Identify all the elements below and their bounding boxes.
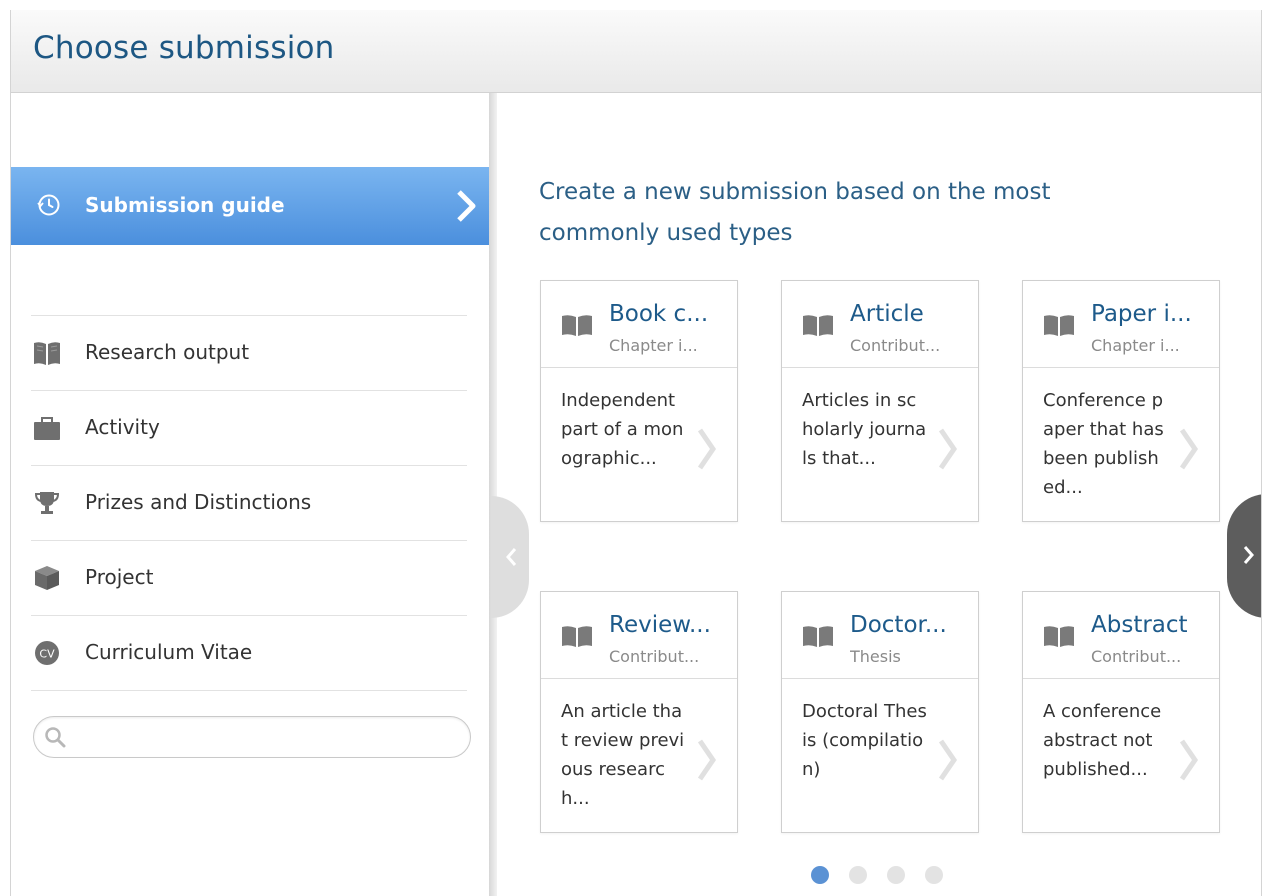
search-input[interactable] bbox=[74, 721, 458, 753]
book-icon bbox=[562, 315, 592, 336]
card-title: Article bbox=[850, 301, 924, 327]
book-icon bbox=[34, 342, 60, 365]
card-subtitle: Contribut... bbox=[609, 647, 700, 666]
sidebar-item-label: Prizes and Distinctions bbox=[85, 490, 312, 514]
sidebar-item-activity[interactable]: Activity bbox=[31, 390, 467, 465]
card-header: Article Contribut... bbox=[782, 281, 978, 368]
submission-type-card-paper[interactable]: Paper i... Chapter i... Conference paper… bbox=[1022, 280, 1220, 522]
card-title: Review... bbox=[609, 612, 711, 638]
search-icon bbox=[45, 727, 66, 748]
card-header: Paper i... Chapter i... bbox=[1023, 281, 1219, 368]
submission-type-card-review[interactable]: Review... Contribut... An article that r… bbox=[540, 591, 738, 833]
sidebar-item-label: Project bbox=[85, 565, 154, 589]
sidebar-item-project[interactable]: Project bbox=[31, 540, 467, 615]
card-description: Conference paper that has been published… bbox=[1043, 390, 1164, 498]
card-header: Abstract Contribut... bbox=[1023, 592, 1219, 679]
page-dot-3[interactable] bbox=[887, 866, 905, 884]
sidebar-item-curriculum-vitae[interactable]: CV Curriculum Vitae bbox=[31, 615, 467, 691]
card-header: Doctor... Thesis bbox=[782, 592, 978, 679]
card-subtitle: Chapter i... bbox=[609, 336, 698, 355]
submission-type-card-abstract[interactable]: Abstract Contribut... A conference abstr… bbox=[1022, 591, 1220, 833]
page-dot-1[interactable] bbox=[811, 866, 829, 884]
sidebar-item-label: Curriculum Vitae bbox=[85, 640, 253, 664]
chevron-right-icon bbox=[1179, 428, 1199, 470]
chevron-right-icon bbox=[938, 739, 958, 781]
book-icon bbox=[1044, 626, 1074, 647]
dialog-header: Choose submission bbox=[11, 10, 1261, 93]
chevron-left-icon bbox=[506, 548, 517, 566]
carousel-pagination bbox=[811, 866, 951, 886]
sidebar: Submission guide Research output Activit… bbox=[11, 93, 490, 896]
submission-type-card-book-chapter[interactable]: Book c... Chapter i... Independent part … bbox=[540, 280, 738, 522]
sidebar-item-prizes-and-distinctions[interactable]: Prizes and Distinctions bbox=[31, 465, 467, 540]
history-clock-icon bbox=[37, 194, 60, 216]
trophy-icon bbox=[34, 492, 60, 514]
sidebar-divider bbox=[489, 93, 497, 896]
card-description: Independent part of a monographic... bbox=[561, 390, 684, 469]
carousel-next-button[interactable] bbox=[1227, 494, 1261, 618]
card-subtitle: Contribut... bbox=[1091, 647, 1182, 666]
card-header: Review... Contribut... bbox=[541, 592, 737, 679]
page-dot-2[interactable] bbox=[849, 866, 867, 884]
card-title: Paper i... bbox=[1091, 301, 1192, 327]
page-dot-4[interactable] bbox=[925, 866, 943, 884]
book-icon bbox=[562, 626, 592, 647]
dialog-title: Choose submission bbox=[33, 30, 335, 66]
sidebar-item-label: Activity bbox=[85, 415, 160, 439]
book-icon bbox=[803, 626, 833, 647]
briefcase-icon bbox=[34, 417, 60, 440]
submission-type-card-doctoral-thesis[interactable]: Doctor... Thesis Doctoral Thesis (compil… bbox=[781, 591, 979, 833]
sidebar-item-research-output[interactable]: Research output bbox=[31, 315, 467, 390]
submission-guide-label: Submission guide bbox=[85, 193, 285, 217]
card-header: Book c... Chapter i... bbox=[541, 281, 737, 368]
chevron-right-icon bbox=[938, 428, 958, 470]
intro-text: Create a new submission based on the mos… bbox=[539, 179, 1051, 246]
chevron-right-icon bbox=[697, 428, 717, 470]
card-title: Book c... bbox=[609, 301, 709, 327]
book-icon bbox=[803, 315, 833, 336]
submission-guide-button[interactable]: Submission guide bbox=[11, 167, 489, 245]
card-description: A conference abstract not published... bbox=[1043, 701, 1162, 780]
svg-text:CV: CV bbox=[39, 648, 55, 661]
card-title: Abstract bbox=[1091, 612, 1188, 638]
cv-icon: CV bbox=[35, 641, 59, 665]
cube-icon bbox=[35, 566, 59, 590]
card-title: Doctor... bbox=[850, 612, 947, 638]
card-subtitle: Chapter i... bbox=[1091, 336, 1180, 355]
carousel-prev-button[interactable] bbox=[491, 496, 529, 618]
card-description: Doctoral Thesis (compilation) bbox=[802, 701, 927, 780]
card-subtitle: Contribut... bbox=[850, 336, 941, 355]
book-icon bbox=[1044, 315, 1074, 336]
sidebar-item-label: Research output bbox=[85, 340, 250, 364]
search-box bbox=[33, 716, 471, 758]
card-description: An article that review previous research… bbox=[561, 701, 685, 809]
submission-type-card-article[interactable]: Article Contribut... Articles in scholar… bbox=[781, 280, 979, 522]
choose-submission-dialog: Choose submission Submission guide Resea… bbox=[10, 10, 1262, 896]
chevron-right-icon bbox=[697, 739, 717, 781]
card-subtitle: Thesis bbox=[850, 647, 901, 666]
submission-category-menu: Research output Activity Prizes and Dist… bbox=[31, 315, 467, 691]
card-description: Articles in scholarly journals that... bbox=[802, 390, 927, 469]
chevron-right-icon bbox=[1179, 739, 1199, 781]
chevron-right-icon bbox=[1243, 546, 1254, 564]
chevron-right-icon bbox=[457, 190, 476, 222]
